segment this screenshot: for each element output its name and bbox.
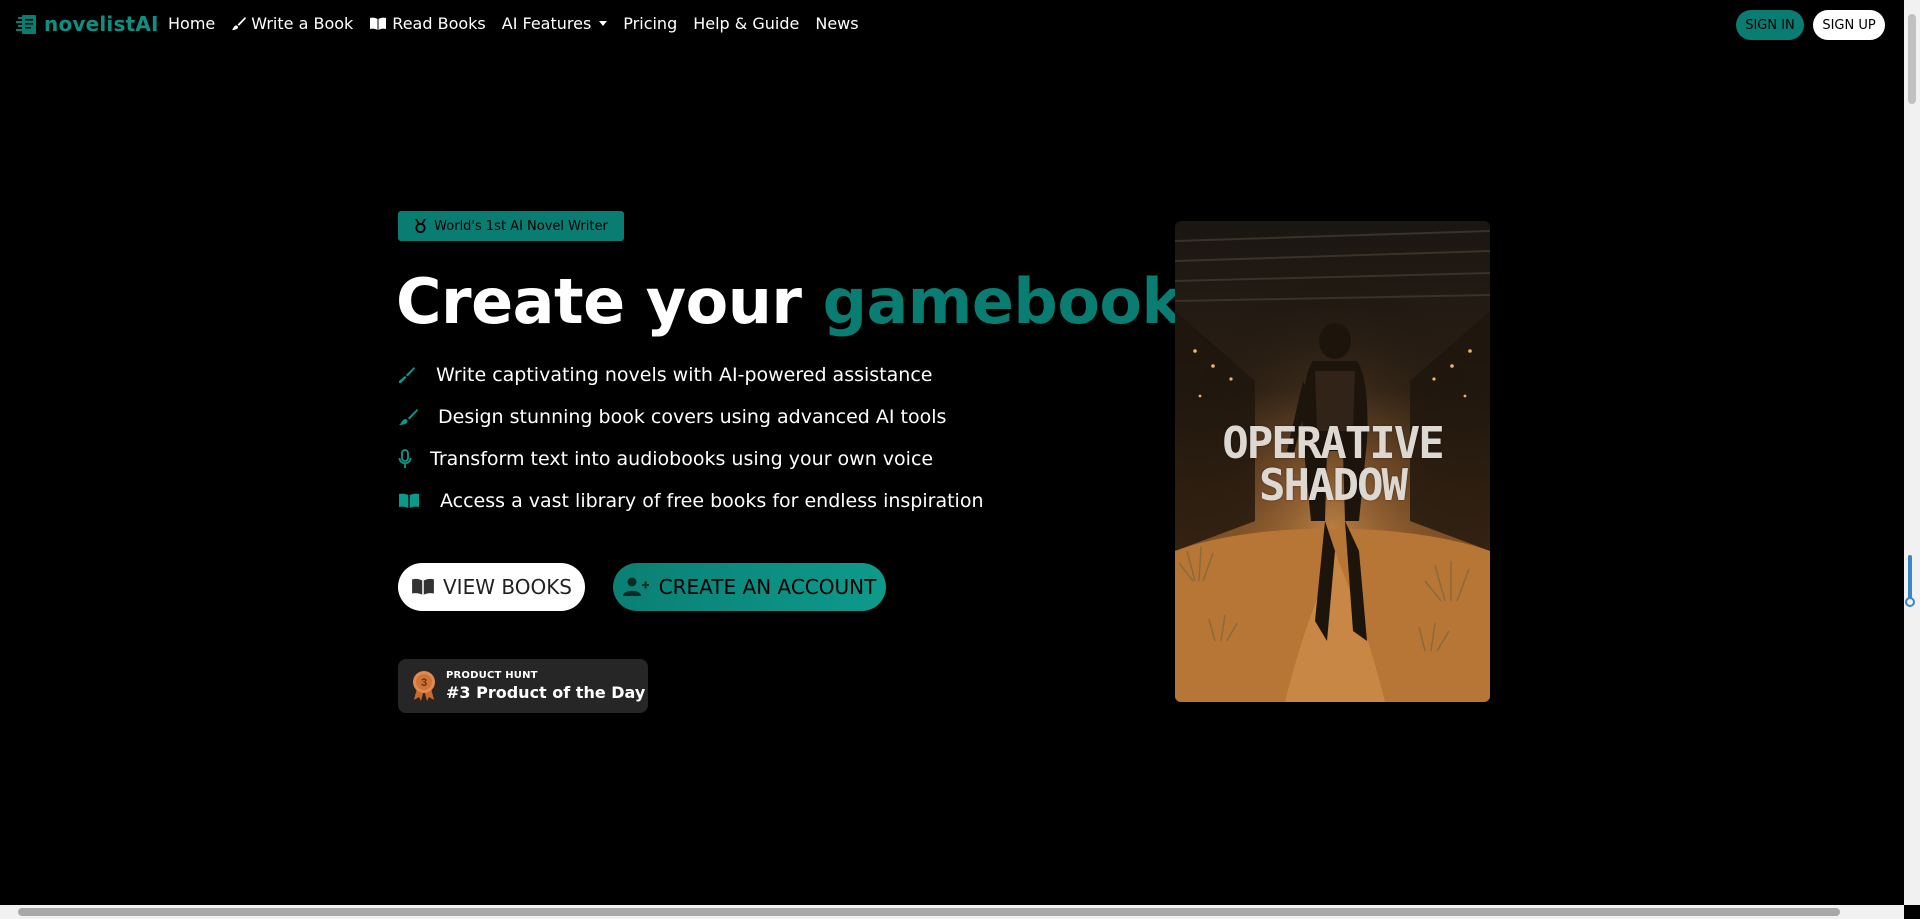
nav-help-label: Help & Guide xyxy=(693,14,800,33)
hero-badge: World's 1st AI Novel Writer xyxy=(398,211,624,241)
horizontal-scrollbar[interactable] xyxy=(0,905,1904,919)
scroll-indicator-dot-icon xyxy=(1905,597,1915,607)
book-icon xyxy=(412,578,434,595)
hero-badge-text: World's 1st AI Novel Writer xyxy=(434,218,608,234)
logo-icon xyxy=(16,15,36,34)
feature-item: Transform text into audiobooks using you… xyxy=(398,438,984,480)
feature-text: Transform text into audiobooks using you… xyxy=(430,448,934,470)
brand-name: novelistAI xyxy=(44,12,159,36)
nav-pricing[interactable]: Pricing xyxy=(623,14,677,33)
create-account-label: CREATE AN ACCOUNT xyxy=(658,575,877,599)
nav-home-label: Home xyxy=(168,14,216,33)
sign-up-button[interactable]: SIGN UP xyxy=(1813,10,1885,40)
pen-icon xyxy=(398,366,420,384)
nav-read-books[interactable]: Read Books xyxy=(369,14,486,33)
nav-write-label: Write a Book xyxy=(251,14,354,33)
nav-news[interactable]: News xyxy=(815,14,858,33)
chevron-down-icon xyxy=(599,21,608,26)
nav-news-label: News xyxy=(815,14,859,33)
product-hunt-title: #3 Product of the Day xyxy=(446,683,646,702)
cover-title-line1: OPERATIVE xyxy=(1222,418,1444,469)
feature-item: Access a vast library of free books for … xyxy=(398,480,984,522)
create-account-button[interactable]: CREATE AN ACCOUNT xyxy=(613,563,886,611)
view-books-button[interactable]: VIEW BOOKS xyxy=(398,563,585,611)
brush-icon xyxy=(398,408,420,426)
award-medal-icon: 3 xyxy=(413,671,435,701)
book-open-icon xyxy=(398,493,420,509)
hero-headline: Create your gamebooks xyxy=(396,262,1219,342)
headline-accent: gamebooks xyxy=(822,265,1220,338)
view-books-label: VIEW BOOKS xyxy=(442,575,572,599)
top-navbar: novelistAI Home Write a Book Read Books … xyxy=(0,0,1904,50)
rank-number: 3 xyxy=(421,677,427,689)
nav-links: Home Write a Book Read Books AI Features… xyxy=(168,14,875,33)
nav-pricing-label: Pricing xyxy=(623,14,678,33)
nav-write-a-book[interactable]: Write a Book xyxy=(231,14,353,33)
feature-text: Write captivating novels with AI-powered… xyxy=(436,364,933,386)
product-hunt-badge[interactable]: 3 PRODUCT HUNT #3 Product of the Day xyxy=(398,659,648,713)
book-icon xyxy=(370,17,387,30)
nav-ai-features-label: AI Features xyxy=(501,14,592,33)
cover-title: OPERATIVE SHADOW xyxy=(1175,418,1490,511)
nav-home[interactable]: Home xyxy=(168,14,215,33)
nav-ai-features-dropdown[interactable]: AI Features xyxy=(502,14,608,33)
feature-item: Write captivating novels with AI-powered… xyxy=(398,354,984,396)
vertical-scrollbar[interactable] xyxy=(1904,0,1920,905)
horizontal-scrollbar-thumb[interactable] xyxy=(18,908,1840,916)
sign-in-button[interactable]: SIGN IN xyxy=(1736,10,1804,40)
medal-icon xyxy=(415,219,427,233)
book-cover-image: OPERATIVE SHADOW xyxy=(1175,221,1490,702)
nav-read-label: Read Books xyxy=(392,14,486,33)
vertical-scrollbar-thumb[interactable] xyxy=(1908,14,1916,104)
feature-text: Access a vast library of free books for … xyxy=(440,490,984,512)
feature-text: Design stunning book covers using advanc… xyxy=(438,406,947,428)
cover-title-line2: SHADOW xyxy=(1259,460,1408,511)
product-hunt-label: PRODUCT HUNT xyxy=(446,670,538,681)
brush-icon xyxy=(232,16,247,31)
headline-prefix: Create your xyxy=(396,265,802,338)
microphone-icon xyxy=(398,449,414,469)
feature-list: Write captivating novels with AI-powered… xyxy=(398,354,984,522)
product-hunt-text: PRODUCT HUNT #3 Product of the Day xyxy=(446,670,645,702)
user-plus-icon xyxy=(622,577,649,596)
nav-help-guide[interactable]: Help & Guide xyxy=(693,14,799,33)
feature-item: Design stunning book covers using advanc… xyxy=(398,396,984,438)
brand-logo[interactable]: novelistAI xyxy=(16,12,159,36)
